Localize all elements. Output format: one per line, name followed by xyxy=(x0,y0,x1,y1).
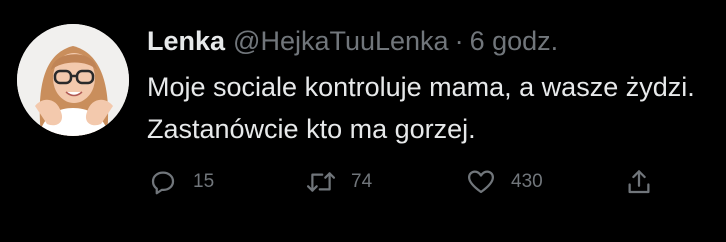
tweet-header: Lenka @HejkaTuuLenka · 6 godz. xyxy=(147,22,717,60)
reply-icon xyxy=(147,166,179,198)
heart-icon xyxy=(465,166,497,198)
like-count: 430 xyxy=(511,171,543,192)
share-button[interactable] xyxy=(623,162,655,202)
share-icon xyxy=(623,166,655,198)
like-button[interactable]: 430 xyxy=(465,162,543,202)
tweet-actions: 15 74 430 xyxy=(147,162,667,202)
avatar-image xyxy=(17,24,129,136)
reply-button[interactable]: 15 xyxy=(147,162,214,202)
tweet-content: Lenka @HejkaTuuLenka · 6 godz. Moje soci… xyxy=(147,22,717,150)
tweet-card[interactable]: Lenka @HejkaTuuLenka · 6 godz. Moje soci… xyxy=(0,0,726,242)
retweet-button[interactable]: 74 xyxy=(305,162,372,202)
retweet-count: 74 xyxy=(351,171,373,192)
reply-count: 15 xyxy=(193,171,215,192)
author-name[interactable]: Lenka xyxy=(147,22,225,60)
header-separator: · xyxy=(454,26,464,56)
tweet-timestamp[interactable]: 6 godz. xyxy=(470,22,559,60)
avatar[interactable] xyxy=(17,24,129,136)
author-handle[interactable]: @HejkaTuuLenka xyxy=(233,22,449,60)
tweet-text: Moje sociale kontroluje mama, a wasze ży… xyxy=(147,72,695,144)
retweet-icon xyxy=(305,166,337,198)
